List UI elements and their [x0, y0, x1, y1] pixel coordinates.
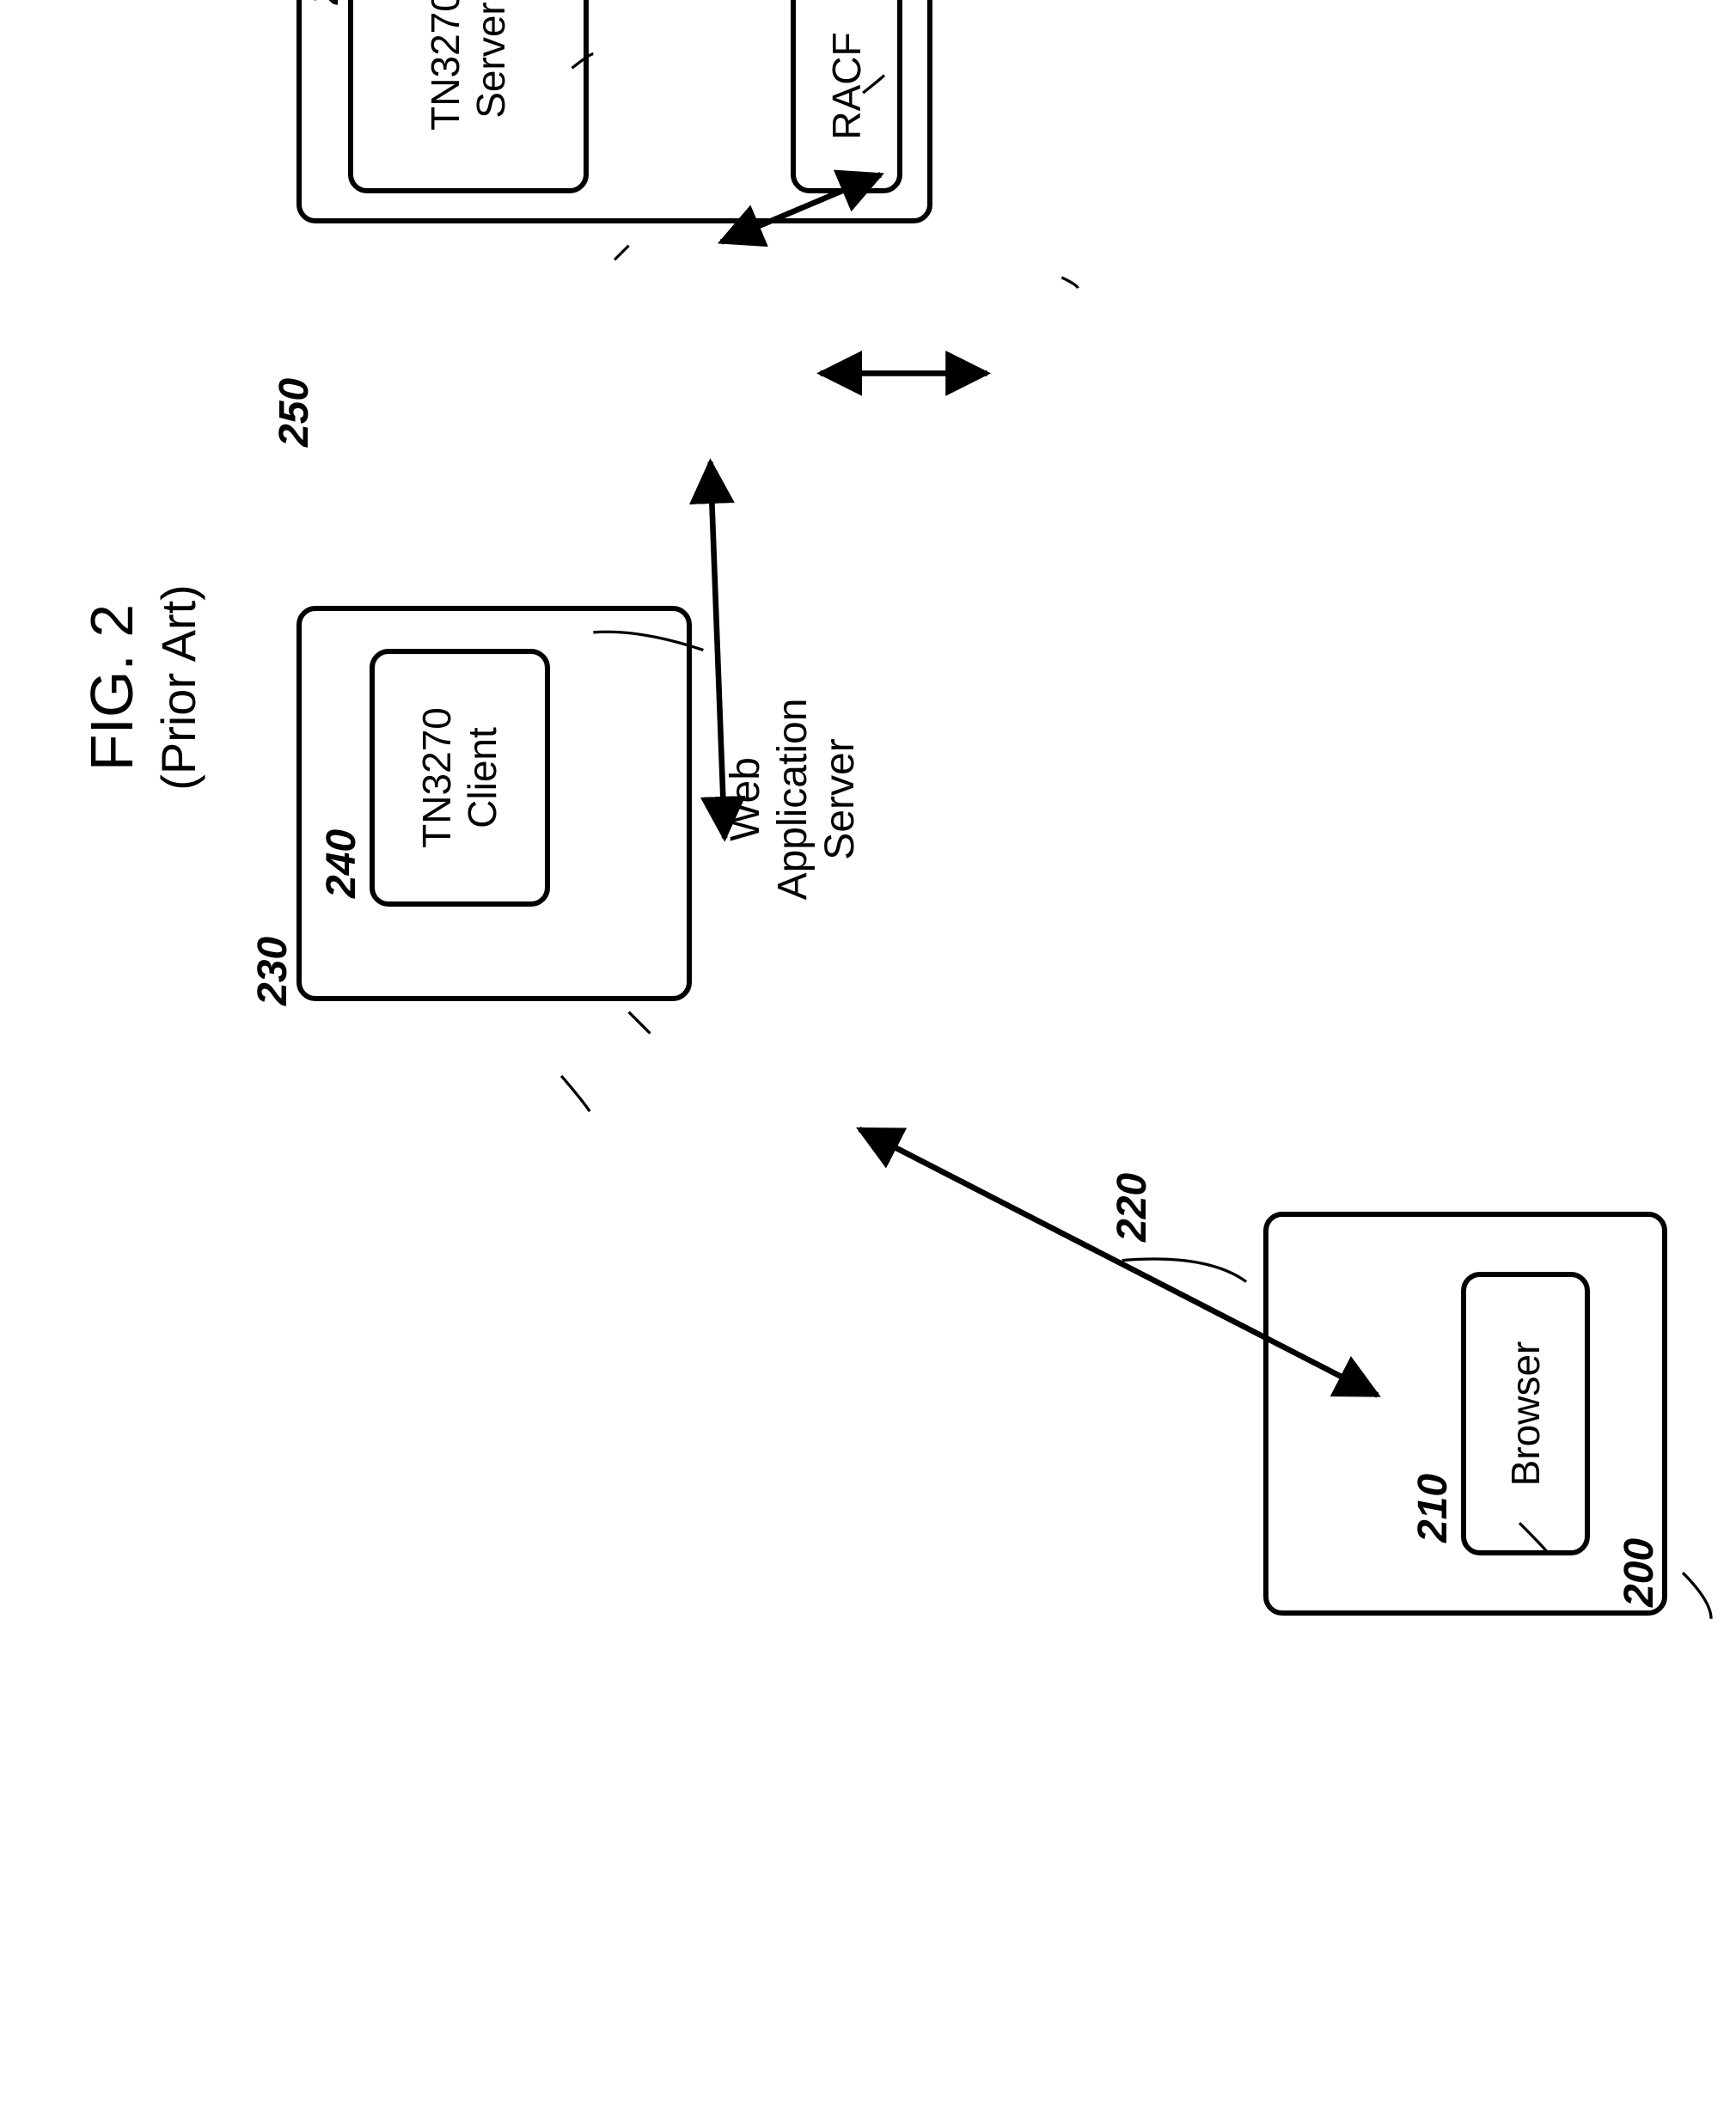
ref-230: 230 [249, 937, 296, 1005]
ref-210: 210 [1409, 1474, 1457, 1543]
ref-250: 250 [271, 378, 318, 447]
figure-title: FIG. 2 [77, 559, 146, 816]
leader-270 [614, 246, 629, 260]
was-label-l1: Web [722, 687, 769, 911]
leader-200 [1683, 1573, 1711, 1619]
figure-subtitle: (Prior Art) [150, 559, 206, 816]
ref-240: 240 [318, 829, 365, 898]
tn3270-server: TN3270 Server [348, 0, 589, 193]
racf-box: RACF [791, 0, 902, 193]
ref-270: 270 [301, 0, 348, 4]
leader-230 [561, 1076, 590, 1111]
leader-290 [1061, 278, 1078, 288]
was-label-l2: Application [769, 687, 816, 911]
leader-220 [1122, 1259, 1247, 1281]
ref-200: 200 [1616, 1538, 1663, 1607]
leader-240 [629, 1012, 651, 1034]
tn3270-client: TN3270 Client [370, 649, 550, 907]
was-label-l3: Server [816, 687, 864, 911]
ref-220: 220 [1109, 1173, 1156, 1242]
browser-box: Browser [1461, 1272, 1590, 1555]
